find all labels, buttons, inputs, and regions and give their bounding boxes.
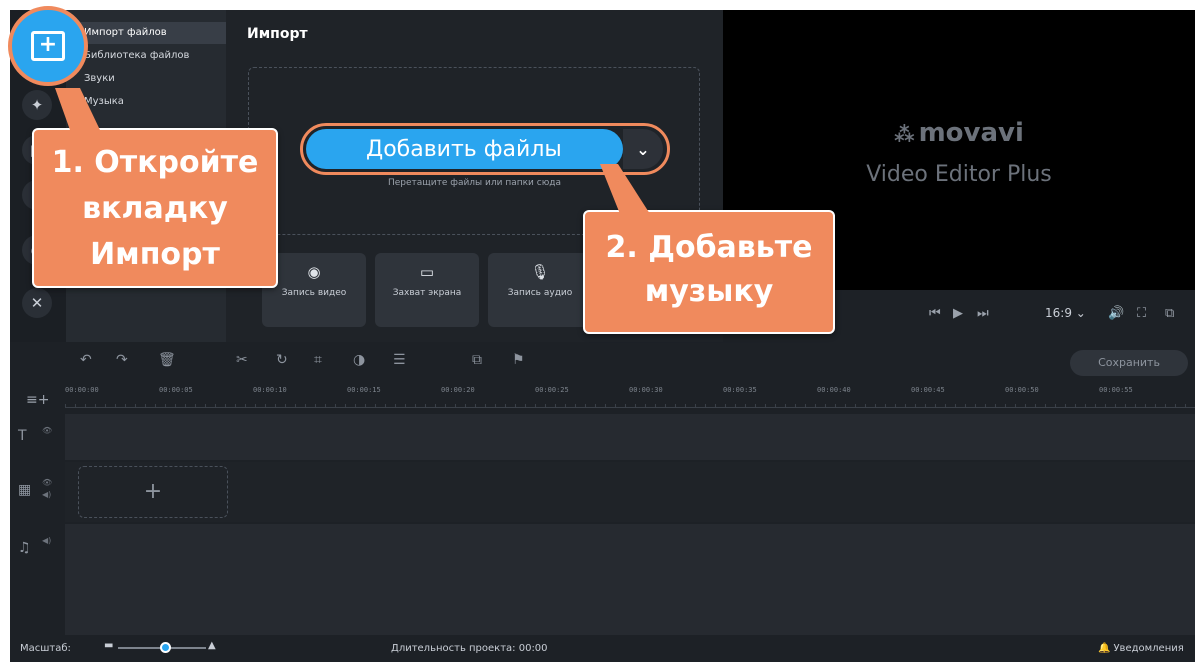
ruler-tick: 00:00:45 [911, 386, 945, 394]
import-tab-highlight[interactable]: + [8, 6, 88, 86]
bell-icon: 🔔 [1098, 643, 1111, 654]
zoom-label: Масштаб: [20, 643, 71, 654]
next-icon[interactable]: ⏭ [977, 306, 989, 321]
tools-icon[interactable]: ✕ [22, 288, 52, 318]
detach-preview-icon[interactable]: ⧉ [1165, 306, 1174, 321]
ruler-tick: 00:00:00 [65, 386, 99, 394]
delete-icon[interactable]: 🗑 [158, 352, 176, 368]
menu-item-import-files[interactable]: Импорт файлов [66, 22, 226, 44]
ruler-tick: 00:00:30 [629, 386, 663, 394]
callout-open-import: 1. Откройте вкладку Импорт [32, 128, 278, 288]
adjust-icon[interactable]: ☰ [393, 352, 406, 368]
redo-icon[interactable]: ↷ [116, 352, 128, 368]
add-files-highlight [300, 123, 670, 175]
status-bar: Масштаб: ▬ ▲ Длительность проекта: 00:00… [10, 635, 1195, 662]
aspect-ratio-select[interactable]: 16:9 ⌄ [1045, 306, 1086, 320]
movavi-logo: ⁂ movavi [723, 118, 1195, 148]
magic-wand-icon[interactable]: ✦ [22, 90, 52, 120]
logo-text: movavi [918, 118, 1024, 148]
product-name: Video Editor Plus [866, 162, 1052, 187]
cut-icon[interactable]: ✂ [236, 352, 248, 368]
ruler-ticks [65, 404, 1195, 408]
add-folder-icon: + [31, 31, 65, 61]
record-audio-button[interactable]: 🎙 Запись аудио [488, 253, 592, 327]
screen-capture-label: Захват экрана [392, 288, 462, 298]
track-mute-icon[interactable]: ◀) [42, 536, 51, 546]
crop-icon[interactable]: ⌗ [314, 352, 322, 368]
title-track-header: T 👁 [10, 414, 65, 460]
ruler-tick: 00:00:10 [253, 386, 287, 394]
microphone-icon: 🎙 [530, 263, 550, 281]
monitor-icon: ▭ [419, 263, 435, 281]
music-note-icon: ♫ [18, 540, 31, 556]
audio-track[interactable] [65, 524, 1195, 635]
zoom-in-icon[interactable]: ▲ [208, 640, 216, 651]
add-track-icon[interactable]: ≡+ [26, 392, 49, 408]
timeline-ruler[interactable]: 00:00:00 00:00:05 00:00:10 00:00:15 00:0… [65, 382, 1195, 412]
timeline-toolbar: ↶ ↷ 🗑 ✂ ↻ ⌗ ◑ ☰ ⧉ ⚑ Сохранить [10, 342, 1195, 382]
ruler-tick: 00:00:25 [535, 386, 569, 394]
marker-icon[interactable]: ⚑ [512, 352, 525, 368]
video-track[interactable] [65, 462, 1195, 522]
track-mute-icon[interactable]: ◀) [42, 490, 51, 500]
overlay-icon[interactable]: ⧉ [472, 352, 482, 368]
project-duration: Длительность проекта: 00:00 [391, 643, 548, 654]
audio-track-header: ♫ ◀) [10, 524, 65, 635]
timeline: ↶ ↷ 🗑 ✂ ↻ ⌗ ◑ ☰ ⧉ ⚑ Сохранить ≡+ 00:00:0… [10, 342, 1195, 635]
ruler-tick: 00:00:55 [1099, 386, 1133, 394]
video-track-icon: ▦ [18, 482, 32, 498]
aspect-ratio-value: 16:9 [1045, 306, 1072, 320]
zoom-out-icon[interactable]: ▬ [104, 640, 113, 651]
menu-item-music[interactable]: Музыка [66, 91, 226, 113]
rotate-icon[interactable]: ↻ [276, 352, 288, 368]
record-audio-label: Запись аудио [507, 288, 573, 298]
save-button[interactable]: Сохранить [1070, 350, 1188, 376]
notifications-label: Уведомления [1113, 643, 1184, 654]
track-visibility-icon[interactable]: 👁 [42, 426, 52, 436]
ruler-tick: 00:00:35 [723, 386, 757, 394]
volume-icon[interactable]: 🔊 [1108, 306, 1124, 321]
fullscreen-icon[interactable]: ⛶ [1137, 306, 1146, 321]
ruler-tick: 00:00:15 [347, 386, 381, 394]
ruler-tick: 00:00:50 [1005, 386, 1039, 394]
callout-add-music: 2. Добавьте музыку [583, 210, 835, 334]
logo-mark-icon: ⁂ [894, 122, 915, 146]
screen-capture-button[interactable]: ▭ Захват экрана [375, 253, 479, 327]
title-track[interactable] [65, 414, 1195, 460]
track-visibility-icon[interactable]: 👁 [42, 478, 52, 488]
properties-icon[interactable]: ◑ [353, 352, 365, 368]
play-icon[interactable]: ▶ [953, 306, 963, 321]
video-track-header: ▦ 👁 ◀) [10, 462, 65, 522]
ruler-tick: 00:00:20 [441, 386, 475, 394]
ruler-tick: 00:00:05 [159, 386, 193, 394]
previous-icon[interactable]: ⏮ [929, 306, 941, 321]
drop-hint: Перетащите файлы или папки сюда [387, 178, 562, 188]
add-clip-placeholder[interactable]: + [78, 466, 228, 518]
notifications-button[interactable]: 🔔 Уведомления [1098, 643, 1184, 654]
title-track-icon: T [18, 428, 27, 444]
undo-icon[interactable]: ↶ [80, 352, 92, 368]
movavi-app-window: ✦ ◧ T ◎ ✕ Импорт файлов Библиотека файло… [10, 10, 1195, 662]
zoom-slider-handle[interactable] [160, 642, 171, 653]
menu-item-file-library[interactable]: Библиотека файлов [66, 45, 226, 67]
page-title: Импорт [247, 26, 308, 42]
ruler-tick: 00:00:40 [817, 386, 851, 394]
menu-item-sounds[interactable]: Звуки [66, 68, 226, 90]
record-video-label: Запись видео [281, 288, 347, 298]
